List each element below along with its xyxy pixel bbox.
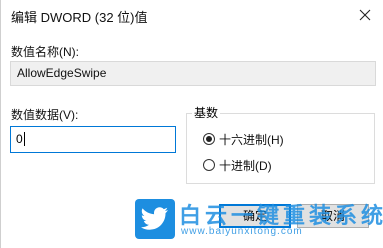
hexadecimal-label[interactable]: 十六进制(H) bbox=[219, 131, 284, 148]
decimal-label[interactable]: 十进制(D) bbox=[219, 157, 272, 174]
base-legend: 基数 bbox=[192, 104, 221, 121]
hexadecimal-radio[interactable] bbox=[203, 133, 215, 145]
window-title: 编辑 DWORD (32 位)值 bbox=[11, 10, 148, 25]
watermark: 白云一键重装系统 www.baiyunxitong.com bbox=[135, 199, 383, 248]
value-data-input[interactable]: 0 bbox=[10, 126, 176, 153]
watermark-url: www.baiyunxitong.com bbox=[181, 226, 303, 237]
close-icon bbox=[359, 9, 371, 21]
close-button[interactable] bbox=[347, 0, 383, 30]
title-bar: 编辑 DWORD (32 位)值 bbox=[1, 0, 383, 30]
text-caret bbox=[23, 132, 25, 146]
value-data-label: 数值数据(V): bbox=[11, 108, 79, 122]
value-name-label: 数值名称(N): bbox=[11, 45, 79, 59]
value-data-text: 0 bbox=[16, 132, 23, 146]
base-groupbox bbox=[186, 113, 375, 184]
twitter-bird-icon bbox=[135, 199, 175, 239]
value-name-field: AllowEdgeSwipe bbox=[10, 61, 376, 86]
decimal-radio[interactable] bbox=[203, 159, 215, 171]
edit-dword-dialog: 编辑 DWORD (32 位)值 数值名称(N): AllowEdgeSwipe… bbox=[0, 0, 383, 248]
